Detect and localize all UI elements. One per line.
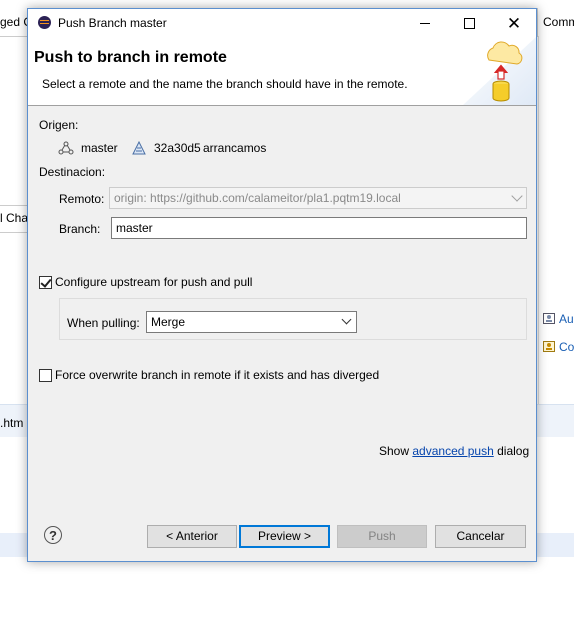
upstream-group: When pulling: Merge — [59, 298, 527, 340]
cancel-button[interactable]: Cancelar — [435, 525, 526, 548]
advanced-prefix: Show — [379, 444, 410, 458]
branch-input[interactable]: master — [111, 217, 527, 239]
when-pulling-select[interactable]: Merge — [146, 311, 357, 333]
source-branch: master — [81, 141, 118, 155]
source-label: Origen: — [39, 118, 79, 132]
upstream-label[interactable]: Configure upstream for push and pull — [55, 275, 252, 289]
source-commit-message: arrancamos — [203, 141, 267, 155]
when-pulling-label: When pulling: — [67, 316, 140, 330]
author-label: Au — [559, 312, 574, 326]
help-button[interactable]: ? — [44, 526, 62, 544]
maximize-icon — [463, 17, 475, 29]
title-bar[interactable]: Push Branch master ✕ — [28, 9, 536, 37]
close-icon: ✕ — [506, 13, 522, 33]
background-right-panel: Au Co — [538, 36, 574, 406]
wizard-banner: Push to branch in remote Select a remote… — [28, 37, 536, 106]
background-tab-label: l Cha — [0, 211, 29, 225]
background-changes-tab[interactable]: l Cha — [0, 205, 29, 233]
advanced-push-text: Show advanced push dialog — [379, 444, 529, 458]
chevron-down-icon — [511, 190, 523, 202]
eclipse-icon — [38, 16, 51, 29]
destination-label: Destinacion: — [39, 165, 106, 179]
advanced-push-link[interactable]: advanced push — [412, 444, 493, 458]
window-title: Push Branch master — [58, 16, 167, 30]
author-item[interactable]: Au — [543, 312, 574, 326]
branch-icon — [58, 141, 74, 155]
banner-title: Push to branch in remote — [34, 49, 227, 66]
force-overwrite-label[interactable]: Force overwrite branch in remote if it e… — [55, 368, 379, 382]
advanced-suffix: dialog — [497, 444, 530, 458]
background-tab-label: ged C — [0, 15, 29, 29]
minimize-icon — [420, 22, 430, 24]
banner-description: Select a remote and the name the branch … — [42, 77, 408, 91]
remote-select[interactable]: origin: https://github.com/calameitor/pl… — [109, 187, 527, 209]
cloud-push-database-icon — [463, 37, 536, 105]
maximize-button[interactable] — [447, 9, 491, 37]
remote-value: origin: https://github.com/calameitor/pl… — [114, 191, 401, 205]
background-editor-tab[interactable]: ged C — [0, 8, 29, 37]
upstream-checkbox[interactable] — [39, 276, 52, 289]
background-commit-tab[interactable]: Comm — [537, 8, 574, 37]
preview-button[interactable]: Preview > — [239, 525, 330, 548]
author-icon — [543, 313, 555, 324]
background-tab-label: Comm — [543, 15, 574, 29]
push-branch-dialog: Push Branch master ✕ Push to branch in r… — [27, 8, 537, 562]
close-button[interactable]: ✕ — [492, 9, 536, 37]
back-button[interactable]: < Anterior — [147, 525, 237, 548]
commit-icon — [132, 141, 146, 155]
branch-label: Branch: — [59, 222, 101, 236]
force-overwrite-checkbox[interactable] — [39, 369, 52, 382]
remote-label: Remoto: — [59, 192, 105, 206]
committer-label: Co — [559, 340, 574, 354]
minimize-button[interactable] — [403, 9, 447, 37]
background-file-label: .htm — [0, 416, 24, 430]
push-button[interactable]: Push — [337, 525, 427, 548]
chevron-down-icon — [341, 314, 352, 325]
source-commit-id: 32a30d5 — [154, 141, 201, 155]
when-pulling-value: Merge — [151, 315, 186, 329]
committer-item[interactable]: Co — [543, 340, 574, 354]
branch-input-value: master — [116, 221, 153, 235]
committer-icon — [543, 341, 555, 352]
